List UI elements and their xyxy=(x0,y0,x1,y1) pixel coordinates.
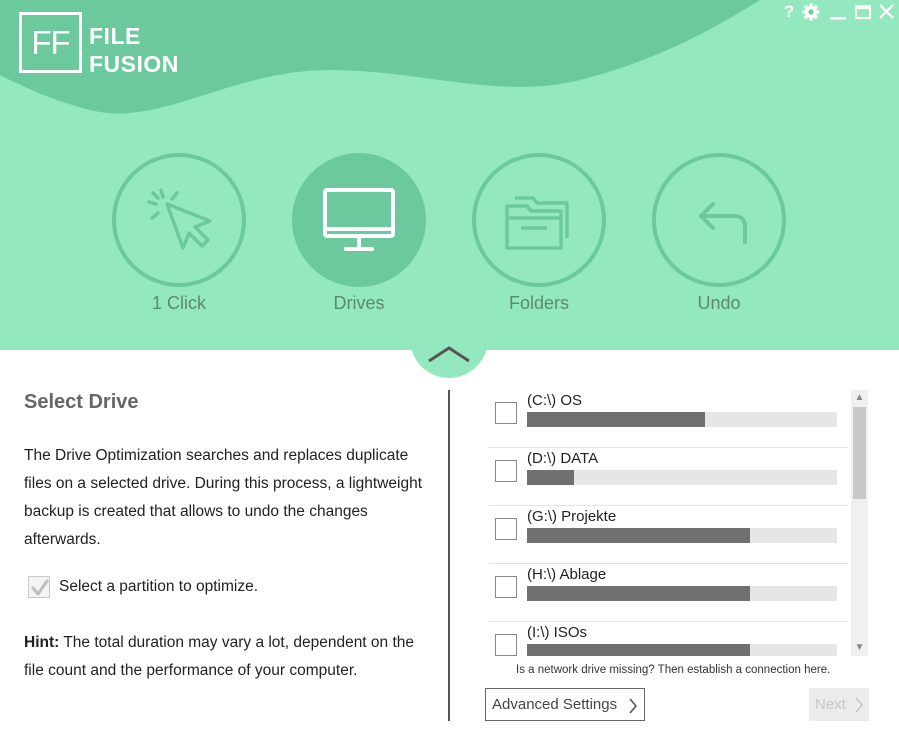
drive-label: (H:\) Ablage xyxy=(527,566,607,583)
header: FF FILE FUSION ? 1 Click Drives Folders … xyxy=(0,0,899,350)
monitor-icon xyxy=(323,188,395,251)
advanced-settings-label: Advanced Settings xyxy=(492,696,618,713)
task-checkbox xyxy=(28,576,50,598)
chevron-up-icon xyxy=(428,346,470,363)
maximize-icon[interactable] xyxy=(853,2,873,22)
scroll-down-icon[interactable]: ▼ xyxy=(851,640,868,656)
drive-usage-bar xyxy=(527,586,837,601)
drive-usage-bar xyxy=(527,412,837,427)
next-button[interactable]: Next xyxy=(809,688,869,721)
page-title: Select Drive xyxy=(24,391,139,413)
drive-label: (G:\) Projekte xyxy=(527,508,617,525)
nav-drives-circle xyxy=(292,153,426,287)
hint-text: Hint: The total duration may vary a lot,… xyxy=(24,629,434,685)
nav-1-click[interactable]: 1 Click xyxy=(112,153,246,314)
drive-checkbox[interactable] xyxy=(495,576,517,598)
scroll-up-icon[interactable]: ▲ xyxy=(851,390,868,406)
drive-item-i[interactable]: (I:\) ISOs xyxy=(489,622,848,656)
drive-usage-fill xyxy=(527,528,751,543)
nav-drives-label: Drives xyxy=(333,293,385,313)
drive-item-c[interactable]: (C:\) OS xyxy=(489,390,848,448)
nav-drives[interactable]: Drives xyxy=(292,153,426,314)
logo-line-1: FILE xyxy=(89,23,141,49)
drive-label: (I:\) ISOs xyxy=(527,624,587,641)
drive-usage-fill xyxy=(527,470,574,485)
cursor-click-icon xyxy=(147,188,212,250)
drive-checkbox[interactable] xyxy=(495,634,517,656)
nav-folders[interactable]: Folders xyxy=(472,153,606,314)
task-label: Select a partition to optimize. xyxy=(59,578,259,595)
nav-undo-label: Undo xyxy=(697,293,741,313)
panel-divider xyxy=(448,390,450,721)
drive-usage-bar xyxy=(527,644,837,656)
advanced-settings-button[interactable]: Advanced Settings xyxy=(485,688,645,721)
check-icon xyxy=(31,579,49,596)
drive-label: (D:\) DATA xyxy=(527,450,599,467)
drive-label: (C:\) OS xyxy=(527,392,582,409)
drive-checkbox[interactable] xyxy=(495,460,517,482)
minimize-icon[interactable] xyxy=(828,2,848,22)
close-icon[interactable] xyxy=(876,2,896,22)
drive-item-g[interactable]: (G:\) Projekte xyxy=(489,506,848,564)
nav-folders-circle xyxy=(472,153,606,287)
drive-usage-fill xyxy=(527,586,751,601)
folder-icon xyxy=(505,196,569,250)
drive-list: (C:\) OS (D:\) DATA (G:\) Projekte (H:\)… xyxy=(489,390,848,656)
nav-folders-label: Folders xyxy=(508,293,570,313)
help-icon[interactable]: ? xyxy=(781,2,797,22)
nav-1-click-circle xyxy=(112,153,246,287)
hint-label: Hint: xyxy=(24,634,60,651)
drive-item-h[interactable]: (H:\) Ablage xyxy=(489,564,848,622)
drive-item-d[interactable]: (D:\) DATA xyxy=(489,448,848,506)
drive-usage-fill xyxy=(527,644,751,656)
description-text: The Drive Optimization searches and repl… xyxy=(24,447,423,548)
hint-body: The total duration may vary a lot, depen… xyxy=(24,634,415,679)
nav-undo-circle xyxy=(652,153,786,287)
drive-checkbox[interactable] xyxy=(495,402,517,424)
drive-checkbox[interactable] xyxy=(495,518,517,540)
drive-usage-fill xyxy=(527,412,706,427)
gear-icon[interactable] xyxy=(801,2,821,22)
undo-arrow-icon xyxy=(699,202,747,244)
logo-mark: FF xyxy=(19,12,82,73)
drive-usage-bar xyxy=(527,528,837,543)
nav-1-click-label: 1 Click xyxy=(151,293,206,313)
logo-line-2: FUSION xyxy=(89,51,179,77)
next-label: Next xyxy=(815,696,846,713)
scroll-thumb[interactable] xyxy=(853,407,866,499)
drive-usage-bar xyxy=(527,470,837,485)
drive-list-scrollbar[interactable]: ▲ ▼ xyxy=(851,390,868,656)
chevron-right-icon xyxy=(629,698,638,714)
network-drive-link[interactable]: Is a network drive missing? Then establi… xyxy=(516,664,830,676)
logo-text: FILE FUSION xyxy=(89,22,179,78)
collapse-header-button[interactable] xyxy=(410,314,488,378)
chevron-right-icon xyxy=(855,697,864,713)
nav-undo[interactable]: Undo xyxy=(652,153,786,314)
